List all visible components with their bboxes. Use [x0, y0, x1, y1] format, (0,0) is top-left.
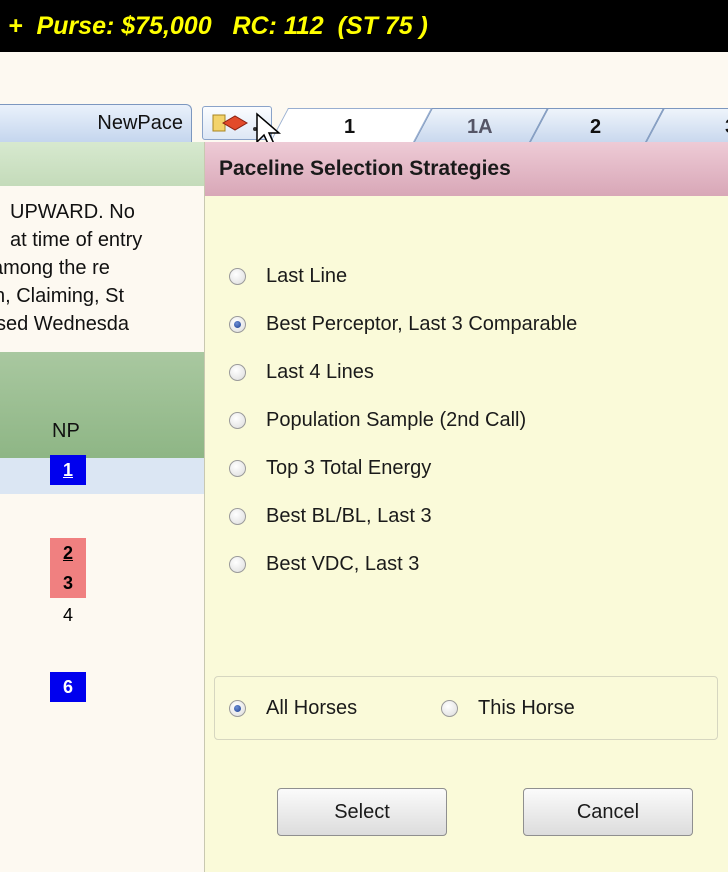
strategy-label: Population Sample (2nd Call): [266, 408, 527, 431]
strategy-option[interactable]: Best Perceptor, Last 3 Comparable: [229, 300, 577, 348]
select-button[interactable]: Select: [277, 788, 447, 836]
radio-button[interactable]: [229, 507, 246, 525]
cancel-button[interactable]: Cancel: [523, 788, 693, 836]
scope-this-horse[interactable]: This Horse: [441, 697, 575, 720]
np-column-header-band: [0, 352, 205, 462]
radio-button[interactable]: [229, 411, 246, 429]
tab-2[interactable]: 2: [530, 108, 665, 142]
strategy-label: Top 3 Total Energy: [266, 456, 432, 479]
strategy-option[interactable]: Best VDC, Last 3: [229, 540, 577, 588]
radio-button[interactable]: [441, 700, 458, 717]
dialog-title: Paceline Selection Strategies: [205, 142, 728, 196]
race-header-bar: + Purse: $75,000 RC: 112 (ST 75 ): [0, 0, 728, 52]
radio-button[interactable]: [229, 363, 246, 381]
radio-button-selected[interactable]: [229, 700, 246, 717]
tab-1[interactable]: 1: [270, 108, 433, 142]
strategy-option[interactable]: Top 3 Total Energy: [229, 444, 577, 492]
horse-scope-group: All Horses This Horse: [214, 676, 718, 740]
np-value: 6: [50, 672, 86, 702]
strategy-label: Last Line: [266, 264, 348, 287]
table-row-highlight: [0, 458, 205, 494]
strategy-label: Last 4 Lines: [266, 360, 374, 383]
np-value: 4: [62, 605, 73, 625]
radio-button-selected[interactable]: [229, 315, 246, 333]
strategy-label: Best Perceptor, Last 3 Comparable: [266, 312, 578, 335]
conditions-line: n, Claiming, St: [0, 285, 125, 307]
radio-button[interactable]: [229, 555, 246, 573]
conditions-line: among the re: [0, 257, 110, 279]
conditions-line: sed Wednesda: [0, 313, 130, 335]
strategy-option[interactable]: Best BL/BL, Last 3: [229, 492, 577, 540]
race-conditions-text: UPWARD. No at time of entry among the re…: [0, 198, 204, 338]
tab-strip: NewPace 1 1A 2 3: [0, 104, 728, 142]
strategy-option[interactable]: Last Line: [229, 252, 577, 300]
scope-label: This Horse: [478, 697, 575, 719]
strategy-option[interactable]: Population Sample (2nd Call): [229, 396, 577, 444]
np-value: 3: [50, 568, 86, 598]
strategy-label: Best BL/BL, Last 3: [266, 504, 432, 527]
strategy-option[interactable]: Last 4 Lines: [229, 348, 577, 396]
left-header-band: [0, 142, 205, 186]
radio-button[interactable]: [229, 459, 246, 477]
paceline-selection-dialog: Paceline Selection Strategies Last Line …: [204, 142, 728, 872]
scope-label: All Horses: [266, 697, 358, 719]
tab-1a[interactable]: 1A: [414, 108, 549, 142]
strategy-radio-group: Last Line Best Perceptor, Last 3 Compara…: [229, 252, 577, 588]
np-column-header: NP: [52, 420, 80, 442]
np-value[interactable]: 1: [50, 455, 86, 485]
scope-all-horses[interactable]: All Horses: [229, 697, 357, 720]
conditions-line: UPWARD. No: [10, 201, 135, 223]
np-value[interactable]: 2: [50, 538, 86, 568]
tab-newpace[interactable]: NewPace: [0, 104, 192, 142]
radio-button[interactable]: [229, 267, 246, 285]
strategy-label: Best VDC, Last 3: [266, 552, 420, 575]
conditions-line: at time of entry: [10, 229, 143, 251]
